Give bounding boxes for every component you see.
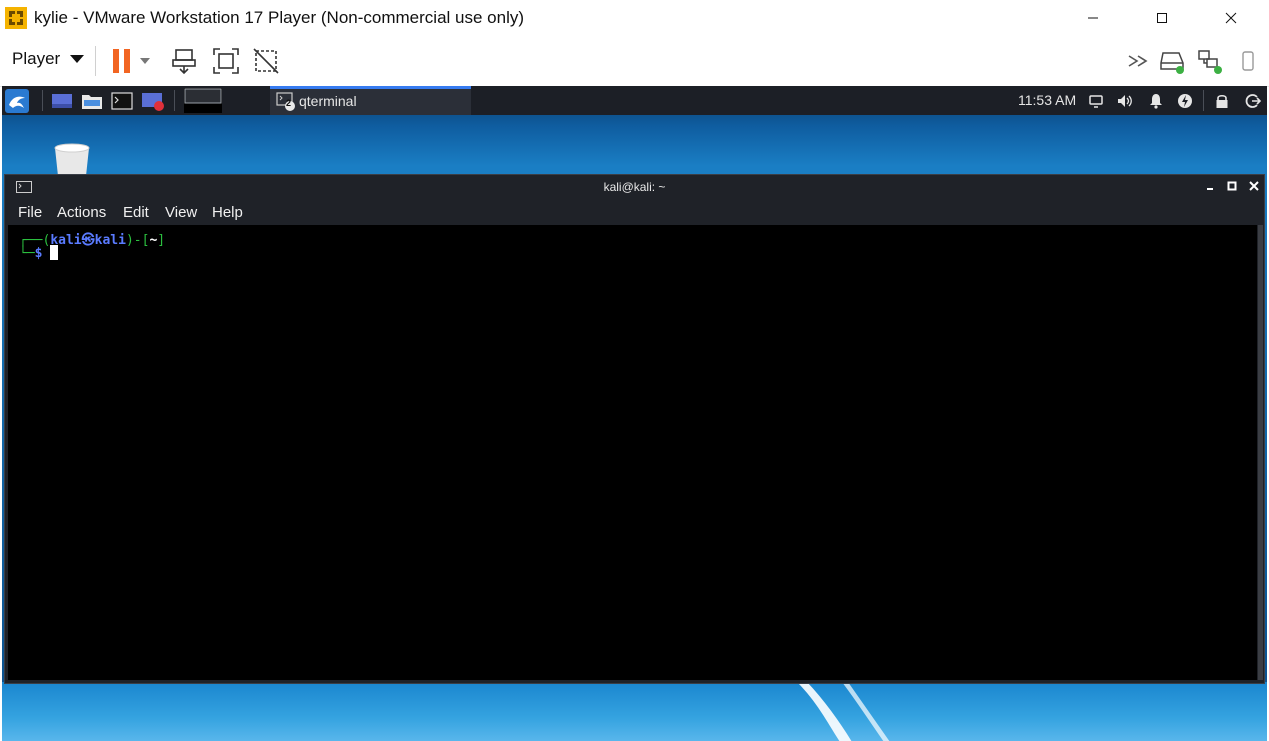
menu-edit[interactable]: Edit [123, 204, 149, 221]
fullscreen-icon [213, 48, 239, 74]
volume-tray-button[interactable] [1116, 90, 1134, 111]
menu-help[interactable]: Help [212, 204, 243, 221]
usb-device-icon [1242, 51, 1254, 71]
menu-file[interactable]: File [18, 204, 42, 221]
speaker-icon [1118, 94, 1132, 107]
terminal-scrollbar[interactable] [1258, 225, 1263, 680]
terminal-maximize-button[interactable] [1225, 179, 1239, 193]
notifications-tray-button[interactable] [1147, 90, 1165, 111]
menu-actions[interactable]: Actions [57, 204, 106, 221]
show-desktop-button[interactable] [51, 90, 73, 111]
minimize-icon [1088, 17, 1098, 19]
screen-recorder-launcher[interactable] [141, 90, 165, 111]
network-device-button[interactable] [1194, 45, 1226, 77]
window-title: kylie - VMware Workstation 17 Player (No… [34, 8, 525, 27]
close-button[interactable] [1208, 0, 1254, 36]
usb-device-button[interactable] [1232, 45, 1264, 77]
power-bolt-icon [1178, 93, 1192, 108]
chevron-down-icon [70, 55, 85, 63]
menu-view[interactable]: View [165, 204, 197, 221]
power-manager-tray-button[interactable] [1176, 90, 1194, 111]
trash-desktop-icon[interactable] [52, 142, 92, 176]
monitor-icon [1089, 94, 1103, 108]
file-manager-launcher[interactable] [81, 90, 103, 111]
terminal-output[interactable]: ┌──(kali㉿kali)-[~] └─$ [8, 225, 1257, 680]
lock-screen-button[interactable] [1213, 90, 1231, 111]
bell-icon [1150, 93, 1162, 109]
panel-divider [1203, 90, 1204, 111]
prompt-symbol: $ [34, 246, 43, 261]
terminal-launcher[interactable] [111, 90, 133, 111]
double-chevron-right-icon [1128, 55, 1148, 67]
taskbar-item-qterminal[interactable]: 2 qterminal [270, 86, 471, 115]
panel-clock[interactable]: 11:53 AM [1018, 92, 1076, 108]
panel-divider [42, 90, 43, 111]
fullscreen-button[interactable] [210, 45, 242, 77]
lock-icon [1216, 94, 1228, 108]
qterminal-window[interactable]: kali@kali: ~ File Actions Edit View Help… [4, 174, 1265, 684]
window-titlebar: kylie - VMware Workstation 17 Player (No… [0, 0, 1269, 36]
pause-dropdown[interactable] [136, 45, 154, 77]
unity-button[interactable] [250, 45, 282, 77]
send-ctrl-alt-del-button[interactable] [168, 45, 200, 77]
desktop-icon [52, 93, 72, 108]
workspace-preview-icon [184, 88, 222, 113]
maximize-icon [1227, 181, 1237, 191]
logout-icon [1245, 93, 1261, 108]
prompt-line-2: └─$ [19, 245, 59, 261]
terminal-titlebar[interactable]: kali@kali: ~ [5, 175, 1264, 199]
player-menu[interactable]: Player [12, 49, 85, 69]
terminal-menubar: File Actions Edit View Help [5, 199, 1264, 224]
unity-mode-icon [253, 48, 279, 74]
wallpaper-swoosh [797, 682, 890, 741]
terminal-title: kali@kali: ~ [603, 180, 666, 194]
display-tray-button[interactable] [1087, 90, 1105, 111]
taskbar-item-label: qterminal [299, 93, 357, 109]
maximize-icon [1157, 13, 1167, 23]
window-count-badge: 2 [286, 98, 292, 108]
vmware-logo-icon [5, 7, 27, 29]
close-icon [1249, 181, 1259, 191]
text-cursor [50, 245, 59, 260]
minimize-button[interactable] [1070, 0, 1116, 36]
minimize-icon [1207, 188, 1213, 190]
terminal-close-button[interactable] [1247, 179, 1261, 193]
kali-top-panel: 2 qterminal 11:53 AM [2, 86, 1267, 115]
terminal-icon [111, 91, 133, 110]
kali-menu-button[interactable] [4, 88, 30, 113]
pause-button[interactable] [106, 45, 138, 77]
panel-divider [174, 90, 175, 111]
more-options-button[interactable] [1122, 45, 1154, 77]
hard-disk-device-button[interactable] [1156, 45, 1188, 77]
kali-wallpaper [2, 682, 1267, 741]
close-icon [1225, 12, 1237, 24]
maximize-button[interactable] [1139, 0, 1185, 36]
ctrl-alt-del-icon [172, 49, 196, 75]
chevron-down-icon [140, 58, 150, 64]
kali-dragon-icon [5, 88, 29, 113]
folder-icon [82, 94, 102, 109]
prompt-at-symbol: ㉿ [81, 233, 95, 248]
guest-display[interactable]: 2 qterminal 11:53 AM kali@kali: ~ File A… [2, 86, 1267, 741]
vmware-toolbar: Player [0, 36, 1269, 87]
pause-icon [113, 49, 130, 73]
player-menu-label: Player [12, 49, 61, 68]
hard-disk-icon [1160, 52, 1184, 74]
prompt-host: kali [94, 233, 126, 248]
screen-recorder-icon [142, 92, 164, 111]
logout-button[interactable] [1244, 90, 1262, 111]
network-adapter-icon [1198, 50, 1222, 74]
toolbar-divider [95, 46, 96, 76]
terminal-minimize-button[interactable] [1203, 179, 1217, 193]
workspace-switcher[interactable] [184, 88, 222, 113]
